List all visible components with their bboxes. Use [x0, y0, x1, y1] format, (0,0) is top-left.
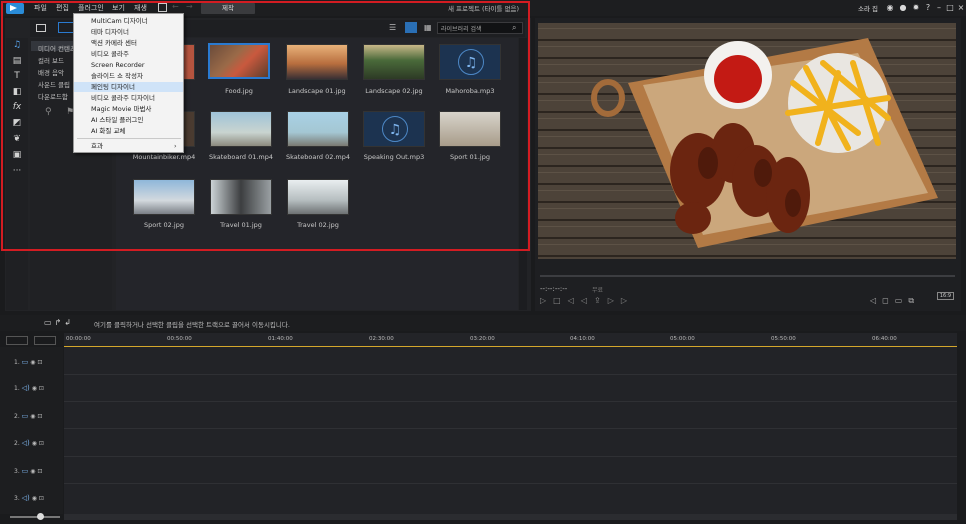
preview-timecode: --:--:--:--	[540, 285, 568, 293]
lock-icon: ⊡	[37, 359, 43, 366]
settings-icon[interactable]: ✹	[911, 3, 921, 13]
timeline-scrollbar[interactable]	[64, 514, 957, 520]
video-track-icon: ▭	[21, 412, 29, 420]
badge-icon[interactable]: ●	[898, 3, 908, 13]
ruler-tick: 03:20:00	[470, 336, 495, 342]
ruler-tick: 05:50:00	[771, 336, 796, 342]
menu-item-action-camera[interactable]: 액션 카메라 센터	[74, 38, 183, 48]
help-icon[interactable]: ?	[923, 3, 933, 13]
track-label-video-1: 1. ▭ ◉ ⊡	[14, 358, 43, 366]
menu-item-video-collage[interactable]: 비디오 콜라주	[74, 49, 183, 59]
ruler-tick: 02:30:00	[369, 336, 394, 342]
ruler-tick: 05:00:00	[670, 336, 695, 342]
menu-item-theme-designer[interactable]: 테마 디자이너	[74, 27, 183, 37]
lock-icon: ⊡	[38, 495, 44, 502]
audio-track-icon: ◁)	[21, 384, 30, 392]
zoom-slider[interactable]	[10, 516, 60, 518]
track-area[interactable]	[64, 347, 957, 514]
video-track-icon: ▭	[21, 358, 29, 366]
plugin-dropdown: MultiCam 디자이너 테마 디자이너 액션 카메라 센터 비디오 콜라주 …	[73, 13, 184, 153]
track-label-audio-2: 2. ◁) ◉ ⊡	[14, 439, 44, 447]
ruler-tick: 00:00:00	[66, 336, 91, 342]
preview-image	[538, 23, 956, 259]
lock-icon: ⊡	[37, 468, 43, 475]
menu-item-effects[interactable]: 효과	[74, 141, 183, 151]
timeline-ruler[interactable]	[64, 333, 957, 347]
ruler-tick: 06:40:00	[872, 336, 897, 342]
storyboard-toggle[interactable]	[34, 336, 56, 345]
track-manager-button[interactable]	[6, 336, 28, 345]
ruler-tick: 01:40:00	[268, 336, 293, 342]
menu-item-multicam[interactable]: MultiCam 디자이너	[74, 16, 183, 26]
ruler-tick: 04:10:00	[570, 336, 595, 342]
track-divider	[64, 483, 957, 484]
ruler-tick: 00:50:00	[167, 336, 192, 342]
track-divider	[64, 374, 957, 375]
visibility-icon: ◉	[30, 413, 36, 420]
video-track-icon: ▭	[21, 467, 29, 475]
track-divider	[64, 428, 957, 429]
menu-item-collage-designer[interactable]: 비디오 콜라주 디자이너	[74, 93, 183, 103]
account-name[interactable]: 소라 집	[858, 3, 878, 13]
lock-icon: ⊡	[38, 440, 44, 447]
visibility-icon: ◉	[30, 468, 36, 475]
menu-item-slideshow[interactable]: 슬라이드 쇼 작성자	[74, 71, 183, 81]
maximize-icon[interactable]: □	[945, 3, 955, 13]
preview-scrubber[interactable]	[540, 275, 955, 277]
audio-track-icon: ◁)	[21, 494, 30, 502]
track-label-video-2: 2. ▭ ◉ ⊡	[14, 412, 43, 420]
user-icon[interactable]: ◉	[885, 3, 895, 13]
menu-item-screen-recorder[interactable]: Screen Recorder	[74, 60, 183, 70]
visibility-icon: ◉	[30, 359, 36, 366]
track-label-video-3: 3. ▭ ◉ ⊡	[14, 467, 43, 475]
aspect-ratio-button[interactable]: 16:9	[937, 292, 954, 300]
zoom-slider-handle[interactable]	[37, 513, 44, 520]
preview-mode[interactable]: 무료	[592, 285, 603, 294]
preview-tools[interactable]: ◁◻▭⧉	[870, 296, 920, 306]
menu-item-magic-movie[interactable]: Magic Movie 마법사	[74, 104, 183, 114]
track-label-audio-1: 1. ◁) ◉ ⊡	[14, 384, 44, 392]
playback-controls[interactable]: ▷□◁◁⇪▷▷	[540, 296, 634, 305]
track-divider	[64, 401, 957, 402]
track-headers	[0, 347, 63, 514]
menu-item-paint-designer[interactable]: 페인팅 디자이너	[74, 82, 183, 92]
track-divider	[64, 456, 957, 457]
timeline-hint: 여기를 클릭하거나 선택한 클립을 선택한 트랙으로 끌어서 이동시킵니다.	[94, 321, 290, 329]
visibility-icon: ◉	[31, 385, 37, 392]
submenu-arrow-icon: ›	[174, 142, 177, 150]
lock-icon: ⊡	[38, 385, 44, 392]
visibility-icon: ◉	[31, 495, 37, 502]
minimize-icon[interactable]: –	[934, 3, 944, 13]
menu-separator	[77, 138, 181, 139]
close-icon[interactable]: ×	[956, 3, 966, 13]
visibility-icon: ◉	[31, 440, 37, 447]
lock-icon: ⊡	[37, 413, 43, 420]
timeline-tool-icons[interactable]: ▭↱↲	[44, 318, 74, 327]
menu-item-ai-style[interactable]: AI 스타일 플러그인	[74, 115, 183, 125]
audio-track-icon: ◁)	[21, 439, 30, 447]
menu-item-ai-sky[interactable]: AI 화질 교체	[74, 126, 183, 136]
track-label-audio-3: 3. ◁) ◉ ⊡	[14, 494, 44, 502]
